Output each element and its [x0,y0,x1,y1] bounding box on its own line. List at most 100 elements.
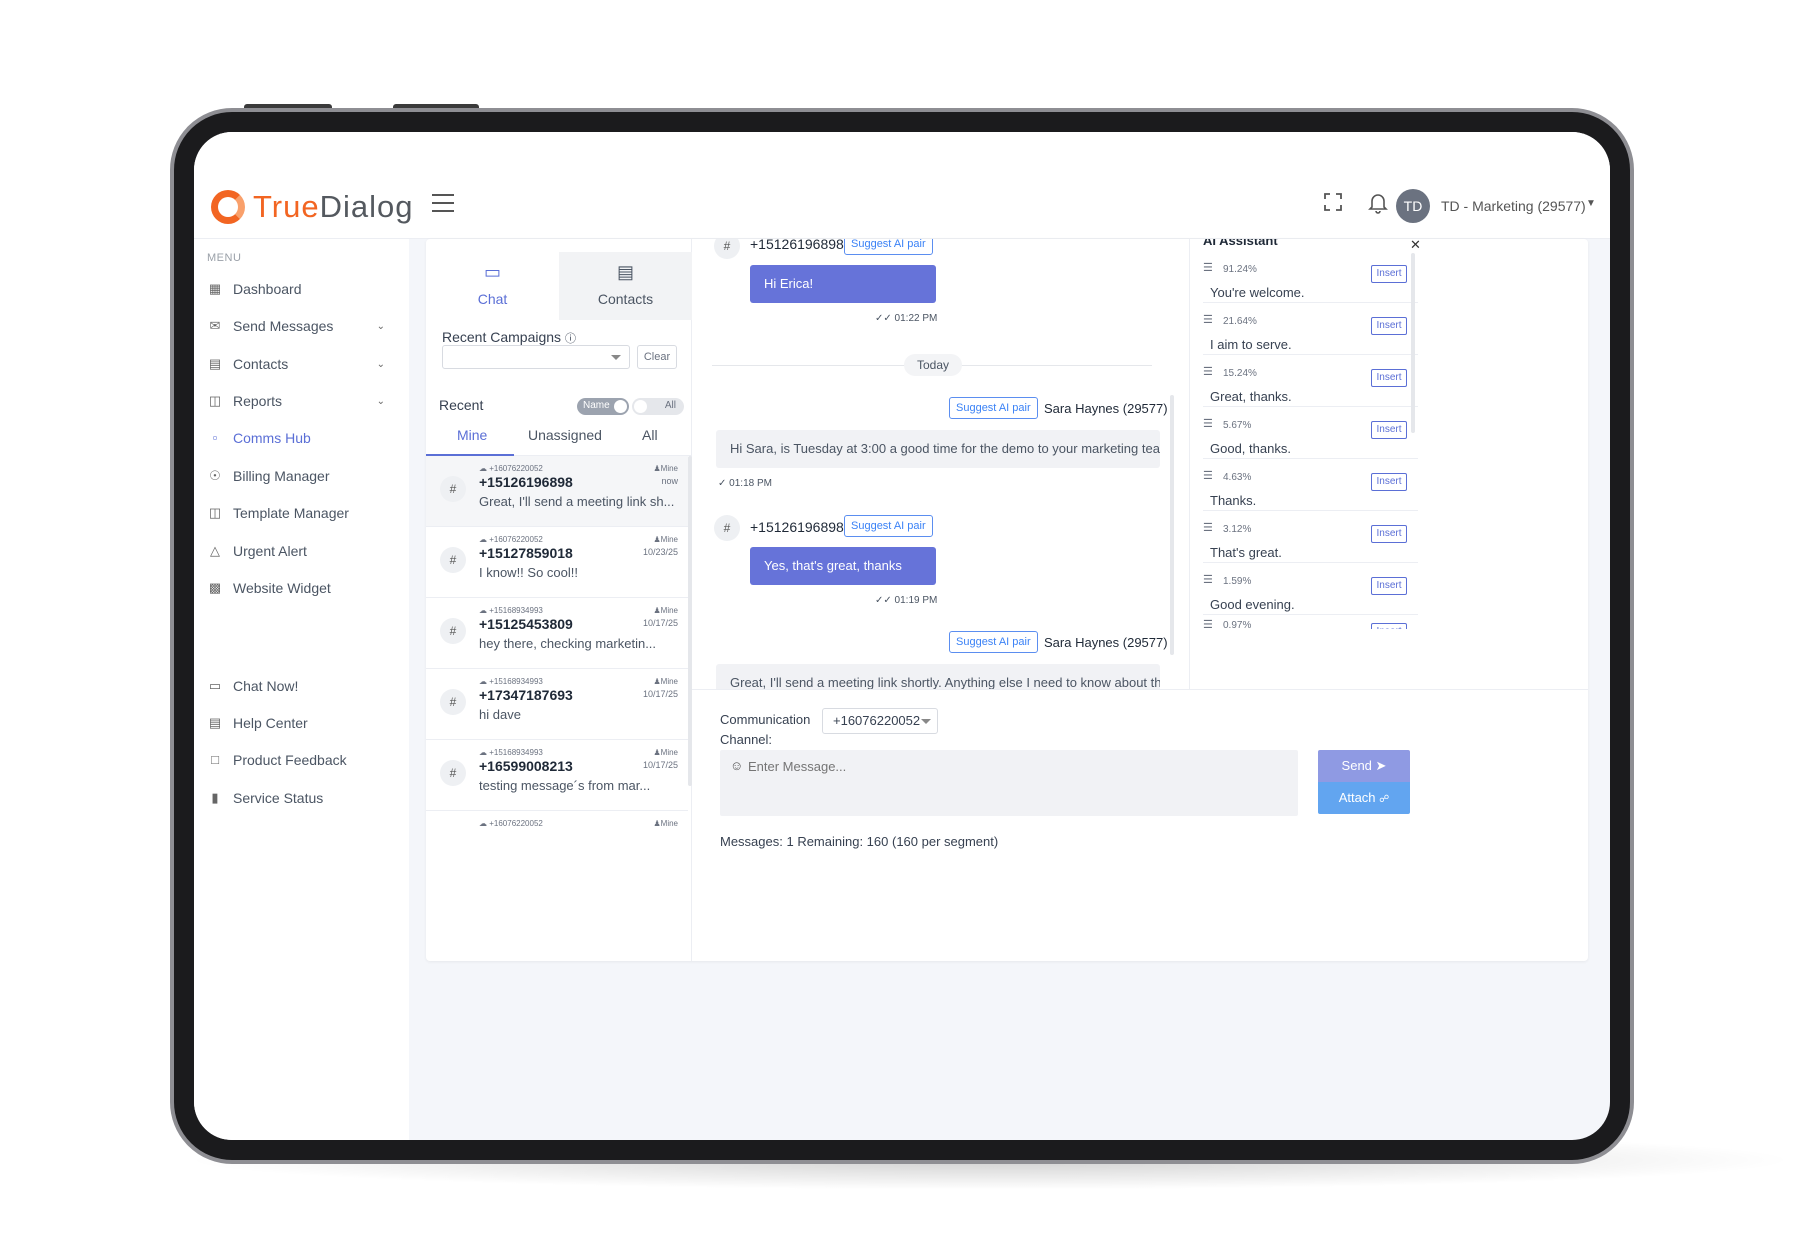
ai-assistant-title: AI Assistant [1203,239,1278,248]
fullscreen-icon[interactable] [1321,192,1345,216]
insert-button[interactable]: Insert [1371,577,1407,595]
chevron-down-icon[interactable]: ▼ [1586,198,1596,209]
subtab-mine[interactable]: Mine [457,427,487,443]
emoji-icon[interactable]: ☺ [730,758,743,773]
menu-label: MENU [207,252,242,264]
list-item[interactable]: # ☁ +15168934993 +15125453809 hey there,… [426,598,688,669]
info-icon: ⓘ [564,333,576,345]
message-preview: Great, I'll send a meeting link sh... [479,494,675,509]
list-item[interactable]: ☁ +16076220052 ♟Mine [426,811,688,836]
message-counter: Messages: 1 Remaining: 160 (160 per segm… [720,834,999,849]
conversation-list: # ☁ +16076220052 +15126196898 Great, I'l… [426,456,688,836]
insert-button[interactable]: Insert [1371,317,1407,335]
hash-icon: # [714,515,740,541]
timestamp: 10/17/25 [642,760,678,770]
list-item[interactable]: # ☁ +16076220052 +15127859018 I know!! S… [426,527,688,598]
list-item[interactable]: # ☁ +16076220052 +15126196898 Great, I'l… [426,456,688,527]
menu-toggle-icon[interactable] [432,194,454,212]
scrollbar[interactable] [1411,253,1415,433]
sender-name: Sara Haynes (29577) [1044,635,1168,650]
timestamp: 10/17/25 [642,689,678,699]
subtab-unassigned[interactable]: Unassigned [528,427,602,443]
name-toggle[interactable]: Name [577,398,629,415]
sidebar-item-help-center[interactable]: ▤ Help Center [207,711,407,735]
sidebar-item-send-messages[interactable]: ✉ Send Messages ⌄ [207,314,407,338]
sidebar-item-template-manager[interactable]: ◫ Template Manager [207,501,407,525]
chat-icon: ▭ [208,678,222,693]
insert-button[interactable]: Insert [1371,473,1407,491]
chevron-down-icon: ⌄ [376,320,385,332]
communication-channel-label: Communication Channel: [720,712,811,747]
date-separator: Today [904,354,962,376]
hash-icon: # [440,689,466,715]
sidebar-item-contacts[interactable]: ▤ Contacts ⌄ [207,352,407,376]
sidebar-item-urgent-alert[interactable]: △ Urgent Alert [207,539,407,563]
confidence: 3.12% [1223,524,1252,535]
insert-button[interactable]: Insert [1371,265,1407,283]
comms-hub-card: ▭ Chat ▤ Contacts Recent Campaigns ⓘ Cle… [426,239,1588,961]
attach-button[interactable]: Attach ☍ [1318,782,1410,814]
clear-button[interactable]: Clear [637,345,677,369]
stage: TrueDialog TD TD - Marketing (29577) ▼ M… [0,0,1800,1236]
suggest-ai-pair-button[interactable]: Suggest AI pair [844,515,933,537]
communication-channel-select[interactable]: +16076220052 [822,708,938,734]
conversation-pane: ▭ Chat ▤ Contacts Recent Campaigns ⓘ Cle… [426,239,692,961]
scrollbar[interactable] [1170,395,1174,655]
insert-button[interactable]: Insert [1371,369,1407,387]
all-toggle[interactable]: All [632,398,684,415]
contact-number: +15125453809 [479,616,573,632]
sidebar-item-chat-now[interactable]: ▭ Chat Now! [207,674,407,698]
insert-button[interactable]: Insert [1371,525,1407,543]
suggest-ai-pair-button[interactable]: Suggest AI pair [949,397,1038,419]
sidebar-item-dashboard[interactable]: ▦ Dashboard [207,277,407,301]
ai-assistant-panel: AI Assistant ✕ ☰ 91.24% You're welcome. … [1189,239,1588,689]
sidebar-item-service-status[interactable]: ▮ Service Status [207,786,407,810]
hierarchy-icon: ☰ [1203,366,1213,378]
hierarchy-icon: ☰ [1203,522,1213,534]
sidebar-item-reports[interactable]: ◫ Reports ⌄ [207,389,407,413]
owner-badge: ♟Mine [653,819,678,828]
message-preview: testing message´s from mar... [479,778,651,793]
hash-icon: # [440,476,466,502]
timestamp: 10/17/25 [642,618,678,628]
ai-suggestion: ☰ 0.97% Insert [1203,615,1418,629]
hierarchy-icon: ☰ [1203,470,1213,482]
list-item[interactable]: # ☁ +15168934993 +16599008213 testing me… [426,740,688,811]
send-button[interactable]: Send ➤ [1318,750,1410,782]
notification-bell-icon[interactable] [1366,192,1390,216]
sidebar-item-comms-hub[interactable]: ▫ Comms Hub [207,426,407,450]
reports-icon: ◫ [208,393,222,408]
truedialog-logo[interactable]: TrueDialog [211,189,413,225]
subtab-all[interactable]: All [642,427,658,443]
message-input[interactable] [748,756,1268,776]
tab-chat[interactable]: ▭ Chat [426,252,559,320]
insert-button[interactable]: Insert [1371,623,1407,629]
ai-suggestion: ☰ 3.12% That's great. Insert [1203,511,1418,563]
list-item[interactable]: # ☁ +15168934993 +17347187693 hi dave ♟M… [426,669,688,740]
sidebar-item-website-widget[interactable]: ▩ Website Widget [207,576,407,600]
send-icon: ✉ [209,318,221,333]
timestamp: now [661,476,678,486]
confidence: 5.67% [1223,420,1252,431]
owner-badge: ♟Mine [653,748,678,757]
suggestion-text: Good evening. [1210,597,1295,612]
suggest-ai-pair-button[interactable]: Suggest AI pair [949,631,1038,653]
send-arrow-icon: ➤ [1375,758,1387,773]
tab-contacts[interactable]: ▤ Contacts [559,252,692,320]
insert-button[interactable]: Insert [1371,421,1407,439]
recent-campaigns-select[interactable] [442,345,630,369]
contacts-icon: ▤ [208,356,222,371]
owner-badge: ♟Mine [653,606,678,615]
ai-suggestion: ☰ 91.24% You're welcome. Insert [1203,251,1418,303]
hierarchy-icon: ☰ [1203,418,1213,430]
avatar[interactable]: TD [1396,189,1430,223]
account-name[interactable]: TD - Marketing (29577) [1441,198,1586,214]
message-preview: hi dave [479,707,521,722]
sidebar-item-billing-manager[interactable]: ☉ Billing Manager [207,464,407,488]
sidebar-item-product-feedback[interactable]: □ Product Feedback [207,748,407,772]
from-number: ☁ +15168934993 [479,748,543,757]
feedback-icon: □ [211,752,219,767]
suggest-ai-pair-button[interactable]: Suggest AI pair [844,239,933,255]
suggestion-text: You're welcome. [1210,285,1305,300]
message-preview: I know!! So cool!! [479,565,578,580]
